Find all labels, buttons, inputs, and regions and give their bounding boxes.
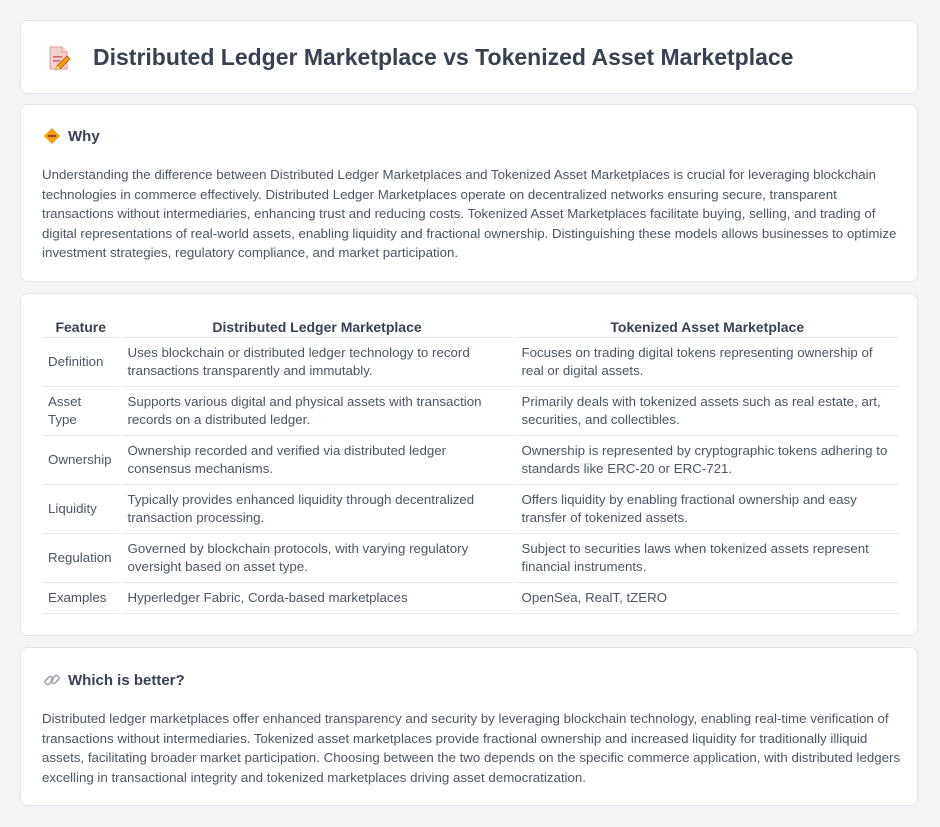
title-row: Distributed Ledger Marketplace vs Tokeni… — [47, 44, 793, 71]
tokenized-asset-cell: Subject to securities laws when tokenize… — [512, 533, 899, 583]
feature-cell: Ownership — [43, 435, 120, 485]
distributed-ledger-cell: Ownership recorded and verified via dist… — [118, 435, 514, 485]
page-title: Distributed Ledger Marketplace vs Tokeni… — [93, 44, 794, 70]
comparison-table-card: Feature Distributed Ledger Marketplace T… — [20, 293, 918, 636]
column-header-distributed-ledger: Distributed Ledger Marketplace — [118, 316, 514, 338]
feature-cell: Regulation — [43, 533, 120, 583]
distributed-ledger-cell: Hyperledger Fabric, Corda-based marketpl… — [118, 582, 514, 614]
which-is-better-title: Which is better? — [68, 671, 185, 689]
which-is-better-text: Distributed ledger marketplaces offer en… — [42, 711, 901, 785]
column-header-feature: Feature — [43, 316, 120, 338]
tokenized-asset-cell: Primarily deals with tokenized assets su… — [512, 386, 899, 436]
distributed-ledger-cell: Uses blockchain or distributed ledger te… — [118, 337, 514, 387]
diamond-warning-icon — [44, 128, 60, 144]
tokenized-asset-cell: Ownership is represented by cryptographi… — [512, 435, 899, 485]
table-header-row: Feature Distributed Ledger Marketplace T… — [43, 316, 899, 338]
table-row: Asset Type Supports various digital and … — [43, 386, 899, 436]
distributed-ledger-cell: Governed by blockchain protocols, with v… — [118, 533, 514, 583]
tokenized-asset-cell: OpenSea, RealT, tZERO — [512, 582, 899, 614]
why-text: Understanding the difference between Dis… — [42, 167, 897, 261]
distributed-ledger-cell: Typically provides enhanced liquidity th… — [118, 484, 514, 534]
which-is-better-section: Which is better? Distributed ledger mark… — [20, 647, 918, 806]
comparison-table: Feature Distributed Ledger Marketplace T… — [43, 316, 899, 614]
table-row: Liquidity Typically provides enhanced li… — [43, 484, 899, 534]
title-card: Distributed Ledger Marketplace vs Tokeni… — [20, 20, 918, 94]
table-row: Definition Uses blockchain or distribute… — [43, 337, 899, 387]
why-section: Why Understanding the difference between… — [20, 104, 918, 282]
edit-document-icon — [49, 46, 71, 71]
tokenized-asset-cell: Focuses on trading digital tokens repres… — [512, 337, 899, 387]
why-heading: Why — [43, 127, 100, 145]
feature-cell: Definition — [43, 337, 120, 387]
feature-cell: Asset Type — [43, 386, 120, 436]
feature-cell: Liquidity — [43, 484, 120, 534]
tokenized-asset-cell: Offers liquidity by enabling fractional … — [512, 484, 899, 534]
link-icon — [44, 674, 60, 686]
table-row: Regulation Governed by blockchain protoc… — [43, 533, 899, 583]
table-row: Ownership Ownership recorded and verifie… — [43, 435, 899, 485]
which-is-better-heading: Which is better? — [43, 671, 185, 689]
column-header-tokenized-asset: Tokenized Asset Marketplace — [512, 316, 899, 338]
feature-cell: Examples — [43, 582, 120, 614]
table-row: Examples Hyperledger Fabric, Corda-based… — [43, 582, 899, 614]
why-title: Why — [68, 127, 100, 145]
distributed-ledger-cell: Supports various digital and physical as… — [118, 386, 514, 436]
